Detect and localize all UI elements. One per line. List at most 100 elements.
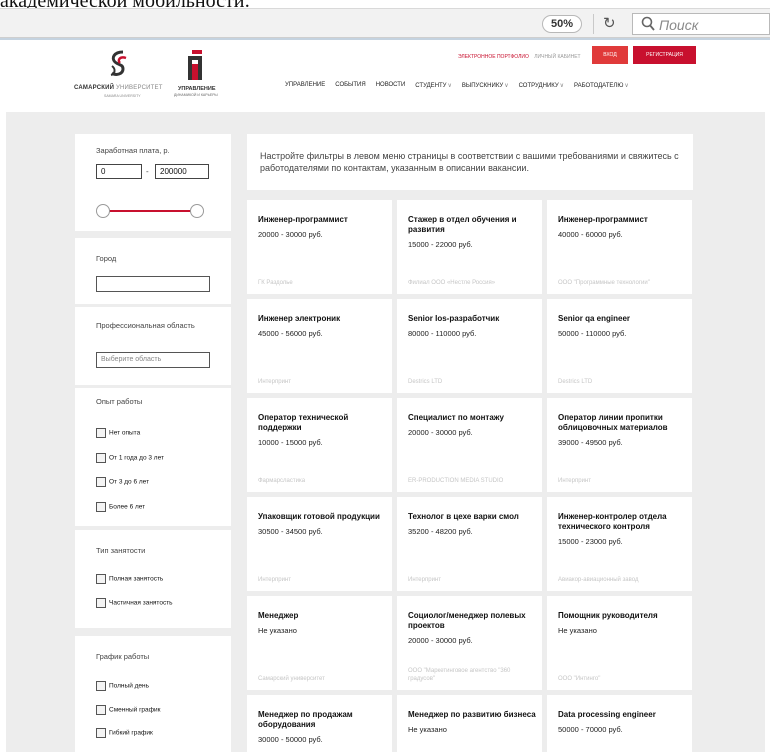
vacancy-card[interactable]: Инженер-программист 20000 - 30000 руб. ГК …	[247, 200, 392, 294]
main-nav: УПРАВЛЕНИЕ СОБЫТИЯ НОВОСТИ СТУДЕНТУ∨ ВЫПУСКН…	[285, 82, 639, 94]
nav-item[interactable]: РАБОТОДАТЕЛЮ∨	[574, 82, 629, 94]
vacancy-salary: 39000 - 49500 руб.	[558, 438, 623, 447]
employment-option[interactable]: Частичная занятость	[96, 598, 173, 610]
nav-item[interactable]: СТУДЕНТУ∨	[415, 82, 452, 94]
area-filter: Профессиональная область Выберите област…	[75, 307, 231, 385]
browser-search-input[interactable]: Поиск	[632, 13, 770, 35]
vacancy-title[interactable]: Data processing engineer	[558, 710, 686, 720]
schedule-option[interactable]: Гибкий график	[96, 728, 153, 740]
salary-min-input[interactable]: 0	[96, 164, 142, 179]
nav-item-label: СОБЫТИЯ	[335, 82, 366, 88]
vacancy-title[interactable]: Помощник руководителя	[558, 611, 686, 621]
vacancy-card[interactable]: Технолог в цехе варки смол 35200 - 48200 …	[397, 497, 542, 591]
vacancy-title[interactable]: Инженер-контролер отдела технического ко…	[558, 512, 686, 532]
vacancy-title[interactable]: Инженер электроник	[258, 314, 386, 324]
vacancy-title[interactable]: Инженер-программист	[558, 215, 686, 225]
vacancy-card[interactable]: Оператор технической поддержки 10000 - 15…	[247, 398, 392, 492]
checkbox[interactable]	[96, 453, 106, 463]
nav-item-label: ВЫПУСКНИКУ	[461, 83, 504, 89]
chevron-down-icon: ∨	[447, 83, 452, 89]
register-button[interactable]: РЕГИСТРАЦИЯ	[633, 46, 696, 64]
vacancy-title[interactable]: Senior qa engineer	[558, 314, 686, 324]
experience-option[interactable]: От 1 года до 3 лет	[96, 453, 164, 465]
experience-label: Опыт работы	[96, 397, 143, 406]
city-input[interactable]	[96, 276, 210, 292]
nav-item[interactable]: НОВОСТИ	[376, 82, 406, 94]
vacancy-title[interactable]: Социолог/менеджер полевых проектов	[408, 611, 536, 631]
vacancy-title[interactable]: Оператор технической поддержки	[258, 413, 386, 433]
nav-item[interactable]: ВЫПУСКНИКУ∨	[462, 82, 509, 94]
vacancy-title[interactable]: Технолог в цехе варки смол	[408, 512, 536, 522]
salary-dash: -	[146, 167, 149, 176]
zoom-level-button[interactable]: 50%	[542, 15, 582, 33]
employment-option[interactable]: Полная занятость	[96, 574, 163, 586]
vacancy-card[interactable]: Упаковщик готовой продукции 30500 - 34500…	[247, 497, 392, 591]
vacancy-title[interactable]: Senior Ios-разработчик	[408, 314, 536, 324]
nav-item[interactable]: СОБЫТИЯ	[335, 82, 365, 94]
vacancy-card[interactable]: Инженер-программист 40000 - 60000 руб. ООО…	[547, 200, 692, 294]
vacancy-card[interactable]: Оператор линии пропитки облицовочных мат…	[547, 398, 692, 492]
vacancy-title[interactable]: Оператор линии пропитки облицовочных мат…	[558, 413, 686, 433]
schedule-option[interactable]: Сменный график	[96, 705, 161, 717]
vacancy-company: Самарский университет	[258, 676, 325, 682]
login-button[interactable]: ВХОД	[592, 46, 628, 64]
checkbox[interactable]	[96, 477, 106, 487]
vacancy-title[interactable]: Менеджер по продажам оборудования	[258, 710, 386, 730]
experience-option[interactable]: Более 6 лет	[96, 502, 145, 514]
checkbox[interactable]	[96, 598, 106, 608]
checkbox[interactable]	[96, 502, 106, 512]
vacancy-title[interactable]: Специалист по монтажу	[408, 413, 536, 423]
area-select[interactable]: Выберите область	[96, 352, 210, 368]
vacancy-title[interactable]: Инженер-программист	[258, 215, 386, 225]
portfolio-link[interactable]: ЭЛЕКТРОННОЕ ПОРТФОЛИО	[458, 54, 529, 60]
nav-item[interactable]: УПРАВЛЕНИЕ	[285, 82, 325, 94]
department-logo[interactable]: УПРАВЛЕНИЕ ДИНАМИКОЙ И КАРЬЕРЫ	[170, 50, 230, 100]
vacancy-card[interactable]: Senior qa engineer 50000 - 110000 руб. Des…	[547, 299, 692, 393]
nav-item-label: НОВОСТИ	[375, 82, 406, 88]
vacancy-company: Авиакор-авиационный завод	[558, 577, 639, 583]
vacancy-card[interactable]: Менеджер по продажам оборудования 30000 -…	[247, 695, 392, 752]
checkbox[interactable]	[96, 574, 106, 584]
vacancy-title[interactable]: Упаковщик готовой продукции	[258, 512, 386, 522]
vacancy-card[interactable]: Data processing engineer 50000 - 70000 ру…	[547, 695, 692, 752]
vacancy-salary: 35200 - 48200 руб.	[408, 527, 473, 536]
vacancy-salary: 30500 - 34500 руб.	[258, 527, 323, 536]
checkbox[interactable]	[96, 705, 106, 715]
nav-item[interactable]: СОТРУДНИКУ∨	[519, 82, 564, 94]
vacancy-card[interactable]: Социолог/менеджер полевых проектов 20000 …	[397, 596, 542, 690]
cabinet-link[interactable]: ЛИЧНЫЙ КАБИНЕТ	[534, 54, 580, 60]
vacancy-card[interactable]: Специалист по монтажу 20000 - 30000 руб. E…	[397, 398, 542, 492]
samara-university-logo[interactable]: САМАРСКИЙ УНИВЕРСИТЕТ SAMARA UNIVERSITY	[74, 50, 164, 100]
schedule-label: График работы	[96, 652, 150, 661]
chevron-down-icon: ∨	[559, 83, 565, 89]
vacancy-card[interactable]: Инженер электроник 45000 - 56000 руб. Инте…	[247, 299, 392, 393]
vacancy-company: ГК Раздолье	[258, 280, 293, 286]
schedule-option[interactable]: Полный день	[96, 681, 149, 693]
checkbox[interactable]	[96, 728, 106, 738]
vacancy-card[interactable]: Менеджер Не указано Самарский университет	[247, 596, 392, 690]
top-links: ЭЛЕКТРОННОЕ ПОРТФОЛИО ЛИЧНЫЙ КАБИНЕТ	[458, 54, 581, 60]
checkbox[interactable]	[96, 428, 106, 438]
reload-icon[interactable]: ↻	[603, 15, 616, 33]
salary-max-input[interactable]: 200000	[155, 164, 209, 179]
salary-slider-max-handle[interactable]	[190, 204, 204, 218]
salary-slider-min-handle[interactable]	[96, 204, 110, 218]
vacancy-card[interactable]: Инженер-контролер отдела технического ко…	[547, 497, 692, 591]
salary-slider-track[interactable]	[103, 210, 201, 212]
vacancy-card[interactable]: Senior Ios-разработчик 80000 - 110000 руб…	[397, 299, 542, 393]
checkbox[interactable]	[96, 681, 106, 691]
vacancy-card[interactable]: Стажер в отдел обучения и развития 15000 …	[397, 200, 542, 294]
vacancy-card[interactable]: Менеджер по развитию бизнеса Не указано	[397, 695, 542, 752]
vacancy-card[interactable]: Помощник руководителя Не указано ООО "Инти…	[547, 596, 692, 690]
vacancy-title[interactable]: Стажер в отдел обучения и развития	[408, 215, 536, 235]
vacancy-title[interactable]: Менеджер	[258, 611, 386, 621]
nav-item-label: СТУДЕНТУ	[415, 83, 447, 89]
vacancy-title[interactable]: Менеджер по развитию бизнеса	[408, 710, 536, 720]
experience-option[interactable]: От 3 до 6 лет	[96, 477, 149, 489]
department-logo-subtitle: ДИНАМИКОЙ И КАРЬЕРЫ	[174, 93, 218, 97]
experience-option[interactable]: Нет опыта	[96, 428, 140, 440]
vacancy-company: Интерпринт	[258, 379, 291, 385]
samara-logo-icon	[110, 50, 127, 76]
experience-filter: Опыт работы Нет опыта От 1 года до 3 лет…	[75, 388, 231, 526]
nav-item-label: СОТРУДНИКУ	[518, 83, 559, 89]
